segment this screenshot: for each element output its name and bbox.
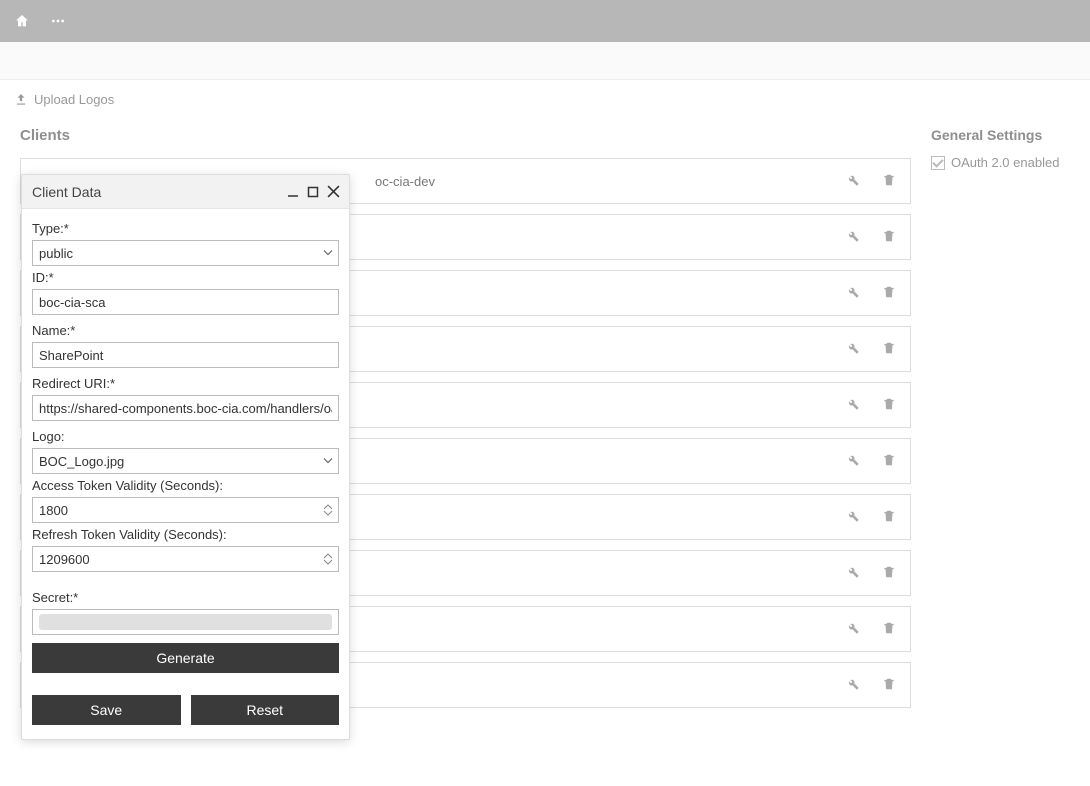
modal-header: Client Data — [22, 175, 349, 209]
wrench-icon[interactable] — [845, 620, 860, 638]
trash-icon[interactable] — [882, 173, 896, 190]
clients-heading: Clients — [20, 127, 911, 144]
home-icon[interactable] — [14, 13, 30, 29]
id-input[interactable] — [32, 289, 339, 315]
redirect-uri-input[interactable] — [32, 395, 339, 421]
wrench-icon[interactable] — [845, 228, 860, 246]
access-token-input[interactable] — [32, 497, 339, 523]
refresh-token-label: Refresh Token Validity (Seconds): — [32, 527, 339, 542]
id-label: ID:* — [32, 270, 339, 285]
trash-icon[interactable] — [882, 397, 896, 414]
close-icon[interactable] — [325, 184, 341, 200]
wrench-icon[interactable] — [845, 284, 860, 302]
trash-icon[interactable] — [882, 229, 896, 246]
wrench-icon[interactable] — [845, 172, 860, 190]
secret-input[interactable] — [32, 609, 339, 635]
general-settings-column: General Settings OAuth 2.0 enabled — [931, 127, 1076, 739]
oauth-enabled-checkbox[interactable]: OAuth 2.0 enabled — [931, 155, 1076, 170]
wrench-icon[interactable] — [845, 508, 860, 526]
secret-label: Secret:* — [32, 590, 339, 605]
top-bar — [0, 0, 1090, 42]
trash-icon[interactable] — [882, 565, 896, 582]
wrench-icon[interactable] — [845, 452, 860, 470]
type-select[interactable] — [32, 240, 339, 266]
oauth-enabled-label: OAuth 2.0 enabled — [951, 155, 1059, 170]
trash-icon[interactable] — [882, 677, 896, 694]
generate-button[interactable]: Generate — [32, 643, 339, 673]
wrench-icon[interactable] — [845, 340, 860, 358]
upload-logos-label: Upload Logos — [34, 92, 114, 107]
upload-logos-button[interactable]: Upload Logos — [0, 80, 1090, 107]
checkbox-icon — [931, 156, 945, 170]
reset-button[interactable]: Reset — [191, 695, 340, 725]
name-input[interactable] — [32, 342, 339, 368]
trash-icon[interactable] — [882, 453, 896, 470]
general-settings-heading: General Settings — [931, 127, 1076, 143]
trash-icon[interactable] — [882, 509, 896, 526]
trash-icon[interactable] — [882, 285, 896, 302]
save-button[interactable]: Save — [32, 695, 181, 725]
modal-title: Client Data — [32, 184, 101, 200]
logo-label: Logo: — [32, 429, 339, 444]
refresh-token-input[interactable] — [32, 546, 339, 572]
wrench-icon[interactable] — [845, 676, 860, 694]
minimize-icon[interactable] — [285, 184, 301, 200]
name-label: Name:* — [32, 323, 339, 338]
access-token-label: Access Token Validity (Seconds): — [32, 478, 339, 493]
wrench-icon[interactable] — [845, 396, 860, 414]
trash-icon[interactable] — [882, 341, 896, 358]
type-label: Type:* — [32, 221, 339, 236]
maximize-icon[interactable] — [305, 184, 321, 200]
more-icon[interactable] — [48, 13, 68, 29]
logo-select[interactable] — [32, 448, 339, 474]
modal-body: Type:* ID:* Name:* Redirect URI:* Logo: … — [22, 209, 349, 739]
sub-bar — [0, 42, 1090, 80]
redirect-uri-label: Redirect URI:* — [32, 376, 339, 391]
wrench-icon[interactable] — [845, 564, 860, 582]
client-data-modal: Client Data Type:* ID:* Name:* Redirect … — [21, 174, 350, 740]
trash-icon[interactable] — [882, 621, 896, 638]
